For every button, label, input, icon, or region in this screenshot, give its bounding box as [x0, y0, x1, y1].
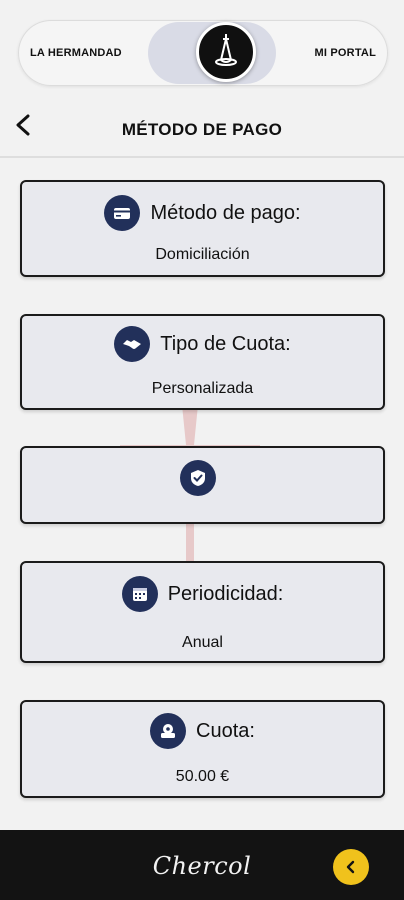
credit-card-icon — [104, 195, 141, 231]
money-icon — [150, 713, 187, 749]
toggle-option-la-hermandad[interactable]: LA HERMANDAD — [30, 20, 122, 86]
card-payment-method: Método de pago: Domiciliación — [20, 180, 385, 277]
page-title: MÉTODO DE PAGO — [121, 120, 283, 139]
card-value: 50.00 € — [175, 768, 230, 785]
card-coverage — [20, 446, 385, 524]
toggle-option-mi-portal[interactable]: MI PORTAL — [315, 20, 376, 86]
handshake-icon — [114, 326, 151, 362]
card-value: Anual — [182, 634, 223, 651]
calendar-icon — [121, 576, 158, 612]
toggle-knob[interactable] — [196, 22, 256, 82]
card-fee-type: Tipo de Cuota: Personalizada — [20, 314, 385, 410]
footer-bar: Chercol — [0, 830, 404, 900]
chevron-left-icon — [346, 860, 355, 874]
card-label: Periodicidad: — [167, 582, 284, 605]
card-fee-amount: Cuota: 50.00 € — [20, 700, 385, 798]
page-header: MÉTODO DE PAGO — [0, 100, 404, 158]
card-label: Cuota: — [196, 719, 255, 742]
footer-back-button[interactable] — [333, 849, 369, 885]
card-label: Método de pago: — [150, 201, 301, 224]
shield-check-icon — [179, 460, 216, 496]
capirote-icon — [215, 34, 237, 66]
card-label: Tipo de Cuota: — [160, 332, 291, 355]
card-periodicity: Periodicidad: Anual — [20, 561, 385, 663]
card-value: Personalizada — [151, 380, 254, 397]
card-value: Domiciliación — [155, 246, 250, 263]
